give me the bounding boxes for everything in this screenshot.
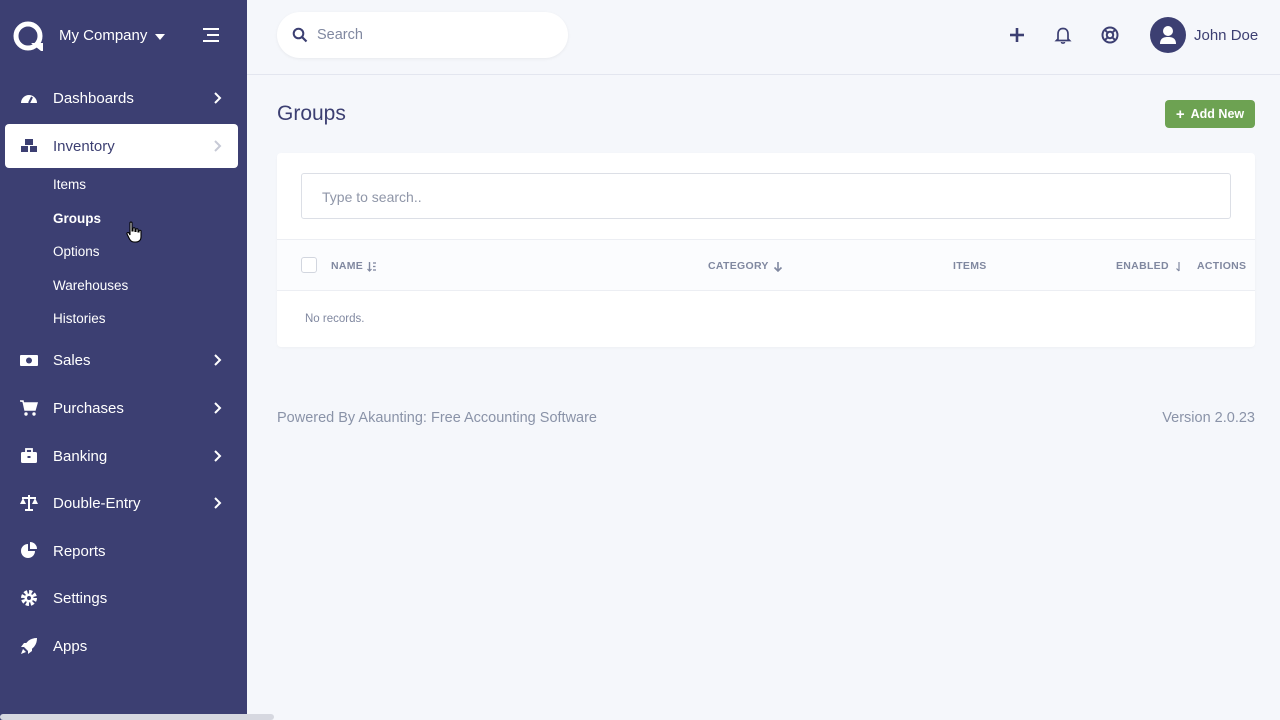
sidebar-item-label: Double-Entry	[53, 494, 141, 512]
chevron-right-icon	[214, 92, 222, 104]
dashboard-gauge-icon	[21, 95, 37, 104]
hand-pointer-cursor-icon	[126, 221, 142, 243]
sidebar-subitem-options[interactable]: Options	[53, 244, 100, 259]
sidebar-subitem-histories[interactable]: Histories	[53, 311, 106, 326]
sidebar-item-label: Reports	[53, 542, 106, 560]
table-search-input[interactable]	[322, 186, 1202, 208]
sidebar-item-banking[interactable]: Banking	[5, 434, 238, 478]
add-new-button[interactable]: + Add New	[1165, 100, 1255, 128]
column-enabled[interactable]: ENABLED	[1116, 260, 1183, 272]
column-items: ITEMS	[953, 260, 987, 272]
briefcase-icon	[21, 448, 37, 463]
sidebar-item-sales[interactable]: Sales	[5, 338, 238, 382]
sidebar-item-label: Banking	[53, 447, 108, 465]
plus-icon: +	[1175, 105, 1185, 123]
global-search-input[interactable]	[317, 24, 547, 46]
balance-scale-icon	[20, 495, 38, 511]
sidebar-item-purchases[interactable]: Purchases	[5, 386, 238, 430]
sidebar-horizontal-scrollbar[interactable]	[0, 714, 274, 720]
sidebar-subitem-warehouses[interactable]: Warehouses	[53, 278, 128, 293]
arrow-down-icon	[773, 261, 782, 272]
user-name[interactable]: John Doe	[1194, 27, 1258, 44]
sort-down-icon	[1175, 261, 1180, 271]
sidebar-item-inventory[interactable]: Inventory	[5, 124, 238, 168]
user-icon	[1160, 26, 1176, 44]
sidebar-item-settings[interactable]: Settings	[5, 576, 238, 620]
search-icon	[292, 27, 308, 43]
sidebar-item-double-entry[interactable]: Double-Entry	[5, 481, 238, 525]
select-all-checkbox[interactable]	[301, 257, 317, 273]
column-category[interactable]: CATEGORY	[708, 260, 783, 272]
sidebar-item-reports[interactable]: Reports	[5, 529, 238, 573]
chart-pie-icon	[21, 542, 37, 558]
column-category-label: CATEGORY	[708, 260, 769, 272]
gear-icon	[21, 590, 37, 606]
sidebar-item-label: Apps	[53, 637, 88, 655]
cubes-icon	[21, 139, 37, 152]
plus-icon[interactable]	[1007, 25, 1027, 45]
page-title: Groups	[277, 102, 346, 125]
add-new-label: Add New	[1190, 107, 1245, 121]
rocket-icon	[21, 638, 37, 654]
user-avatar[interactable]	[1150, 17, 1186, 53]
topbar: John Doe	[247, 0, 1280, 75]
company-name: My Company	[59, 27, 148, 44]
groups-table-card: NAME CATEGORY ITEMS ENABLED	[277, 153, 1255, 347]
column-name-label: NAME	[331, 260, 364, 272]
sidebar-item-label: Purchases	[53, 399, 124, 417]
sidebar-brand: My Company	[0, 0, 247, 72]
shopping-cart-icon	[20, 400, 38, 416]
sort-alpha-icon	[367, 261, 377, 272]
sidebar-item-label: Inventory	[53, 137, 115, 155]
column-enabled-label: ENABLED	[1116, 260, 1169, 272]
chevron-right-icon	[214, 497, 222, 509]
sidebar-toggle-icon[interactable]	[199, 25, 221, 45]
column-name[interactable]: NAME	[331, 260, 377, 272]
bell-icon[interactable]	[1053, 25, 1073, 45]
sidebar: My Company Dashboards Inventory Items Gr…	[0, 0, 247, 720]
caret-down-icon	[155, 34, 166, 40]
money-bill-icon	[20, 355, 38, 366]
company-switcher[interactable]: My Company	[59, 27, 166, 44]
column-actions: ACTIONS	[1197, 260, 1246, 272]
sidebar-item-dashboards[interactable]: Dashboards	[5, 76, 238, 120]
chevron-right-icon	[214, 354, 222, 366]
column-items-label: ITEMS	[953, 260, 987, 272]
footer-powered-by[interactable]: Powered By Akaunting: Free Accounting So…	[277, 410, 597, 426]
global-search[interactable]	[277, 12, 568, 58]
sidebar-subitem-items[interactable]: Items	[53, 177, 86, 192]
footer-version: Version 2.0.23	[1162, 410, 1255, 426]
empty-state-text: No records.	[305, 313, 365, 325]
sidebar-item-label: Settings	[53, 589, 108, 607]
column-actions-label: ACTIONS	[1197, 260, 1247, 272]
sidebar-item-apps[interactable]: Apps	[5, 624, 238, 668]
chevron-right-icon	[214, 140, 222, 152]
table-header: NAME CATEGORY ITEMS ENABLED ACTIONS	[277, 239, 1255, 291]
table-search[interactable]	[301, 173, 1231, 219]
sidebar-item-label: Dashboards	[53, 89, 134, 107]
sidebar-subitem-groups[interactable]: Groups	[53, 211, 101, 226]
chevron-right-icon	[214, 402, 222, 414]
life-ring-icon[interactable]	[1100, 25, 1120, 45]
akaunting-logo-icon[interactable]	[13, 21, 43, 51]
chevron-right-icon	[214, 450, 222, 462]
sidebar-item-label: Sales	[53, 351, 91, 369]
